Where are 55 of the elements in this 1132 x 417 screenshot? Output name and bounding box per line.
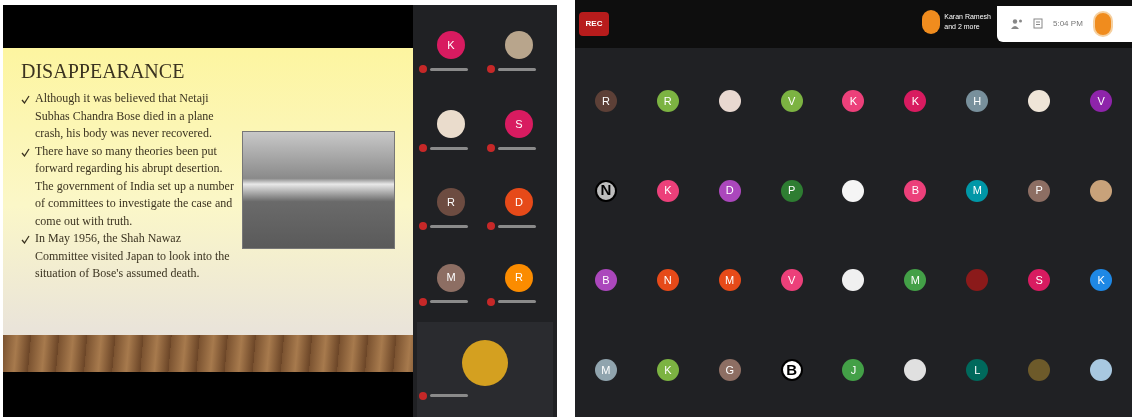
avatar: K <box>904 89 927 112</box>
avatar: M <box>437 263 465 292</box>
avatar: R <box>656 89 679 112</box>
checkmark-icon <box>21 95 30 104</box>
checkmark-icon <box>21 147 30 157</box>
avatar <box>922 10 941 34</box>
avatar: L <box>966 359 989 382</box>
avatar: J <box>842 359 865 382</box>
avatar: R <box>437 188 465 216</box>
blurred-name <box>430 146 468 150</box>
avatar: N <box>594 179 617 202</box>
avatar: N <box>656 269 679 292</box>
avatar: P <box>780 179 803 202</box>
blurred-name <box>430 67 468 71</box>
avatar: M <box>904 269 927 292</box>
people-icon[interactable] <box>1011 18 1023 30</box>
avatar: B <box>780 359 803 382</box>
avatar: V <box>780 269 803 292</box>
avatar: B <box>594 269 617 292</box>
blurred-name <box>430 394 468 397</box>
avatar: K <box>656 359 679 382</box>
blurred-name <box>430 224 468 228</box>
chat-icon[interactable] <box>1033 18 1043 30</box>
blurred-name <box>498 146 536 150</box>
avatar: P <box>1028 179 1051 202</box>
checkmark-icon <box>21 235 30 244</box>
avatar: D <box>718 179 741 202</box>
avatar: B <box>904 179 927 202</box>
bullet-text: In May 1956, the Shah Nawaz Committee visited Japan to look into the situation of Bose's assumed death. <box>35 230 231 282</box>
slide-title: DISAPPEARANCE <box>21 59 186 84</box>
avatar: D <box>505 188 533 216</box>
avatar: K <box>656 179 679 202</box>
avatar: R <box>505 263 533 292</box>
avatar: S <box>505 110 533 138</box>
avatar: K <box>437 31 465 59</box>
bullet-text: Although it was believed that Netaji Subhas Chandra Bose died in a plane crash, his body was never recovered. <box>35 90 215 142</box>
avatar: V <box>780 89 803 112</box>
bullet-text: There have so many theories been put forward regarding his abrupt desertion. The government of India set up a number of committees to investigate the case and come out with truth. <box>35 142 235 230</box>
avatar: S <box>1028 269 1051 292</box>
avatar: K <box>842 89 865 112</box>
avatar: M <box>594 359 617 382</box>
blurred-name <box>498 300 536 303</box>
avatar: R <box>594 89 617 112</box>
avatar: H <box>966 89 989 112</box>
avatar: M <box>966 179 989 202</box>
rec-button[interactable]: REC <box>579 12 609 36</box>
blurred-name <box>498 67 536 71</box>
blurred-name <box>430 300 468 303</box>
clock-time: 5:04 PM <box>1053 18 1083 30</box>
avatar[interactable] <box>1092 11 1113 37</box>
avatar: M <box>718 269 741 292</box>
blurred-name <box>498 224 536 228</box>
avatar: V <box>1090 89 1113 112</box>
avatar: G <box>718 359 741 382</box>
avatar: K <box>1090 269 1113 292</box>
